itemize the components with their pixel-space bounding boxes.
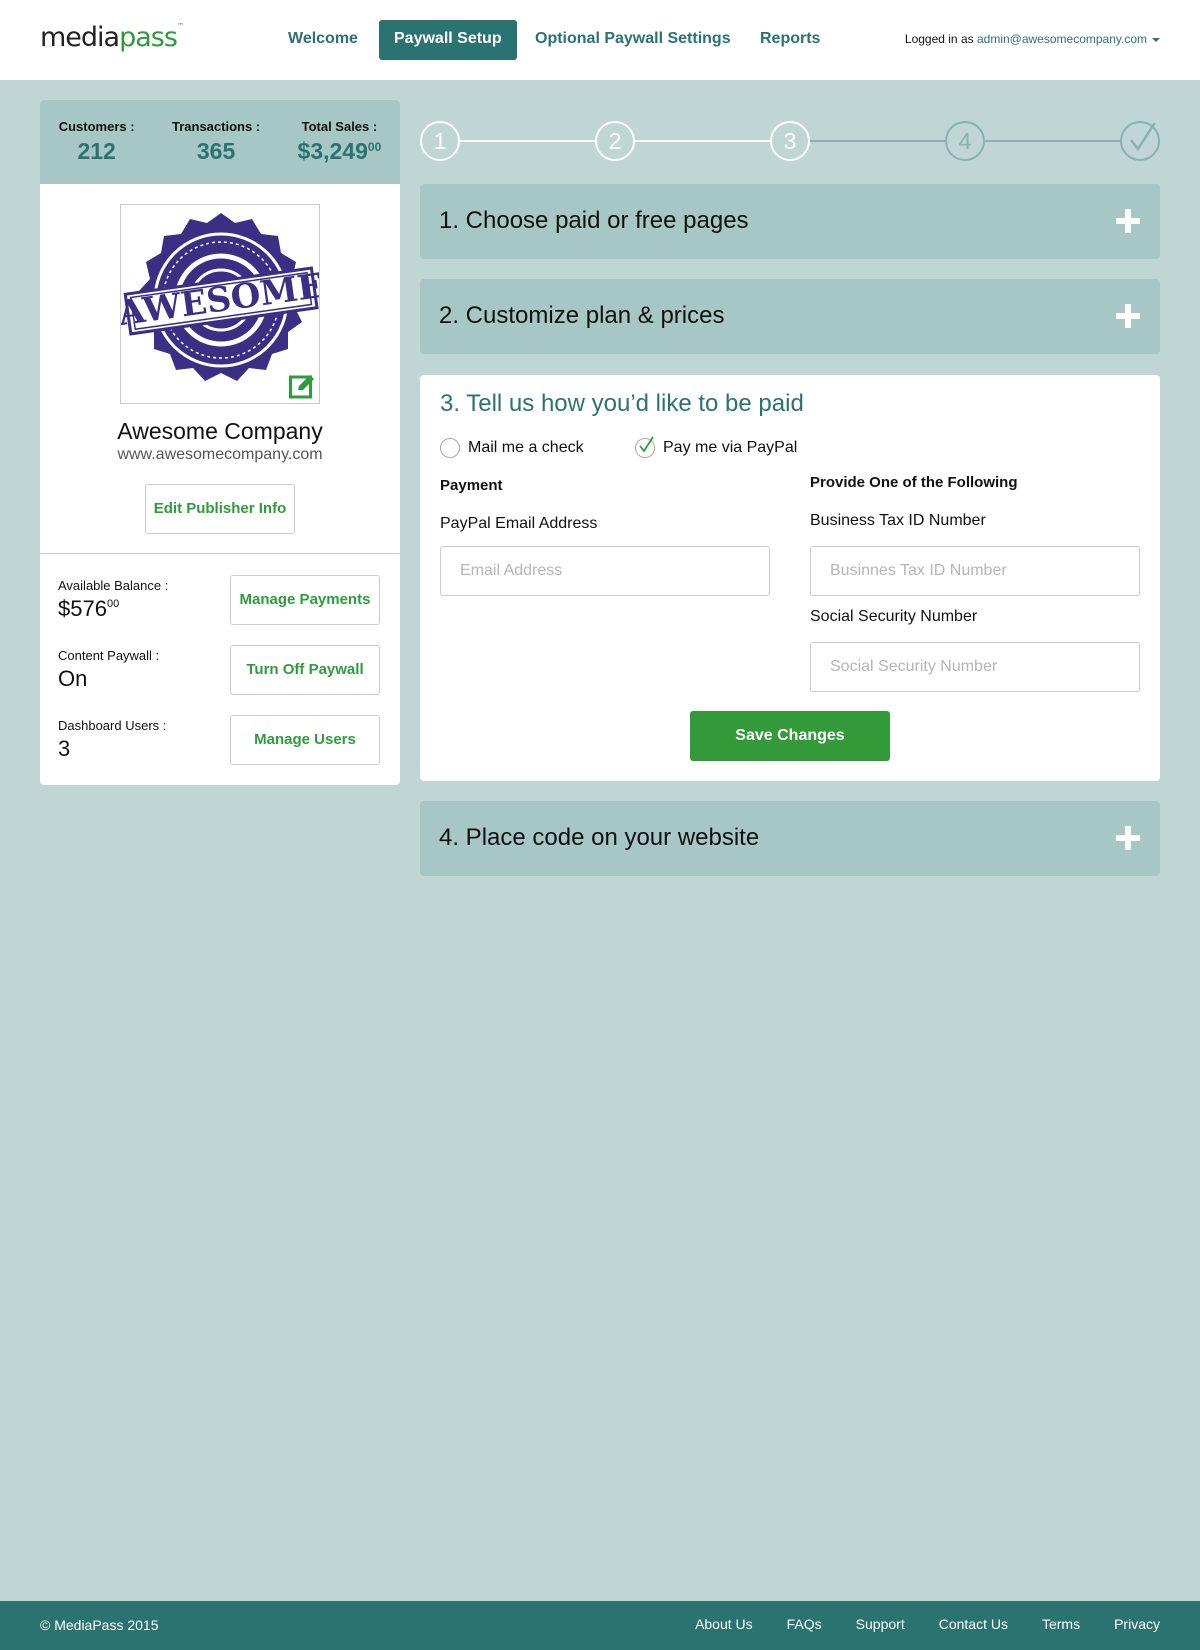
- footer-links: About Us FAQs Support Contact Us Terms P…: [695, 1616, 1160, 1632]
- step-circle-2[interactable]: 2: [595, 121, 635, 161]
- stat-customers: Customers : 212: [59, 119, 135, 184]
- dashboard-users-label: Dashboard Users :: [58, 718, 167, 733]
- payment-panel-title: 3. Tell us how you’d like to be paid: [440, 390, 804, 417]
- sales-dollars: $3,249: [297, 138, 368, 164]
- company-name: Awesome Company: [117, 418, 323, 444]
- ssn-input[interactable]: [810, 642, 1140, 692]
- paypal-email-input[interactable]: [440, 546, 770, 596]
- content-paywall-value: On: [58, 666, 88, 691]
- logo-text-media: media: [40, 22, 120, 53]
- user-email: admin@awesomecompany.com: [976, 32, 1147, 46]
- footer-link-privacy[interactable]: Privacy: [1114, 1616, 1160, 1632]
- stat-sales-label: Total Sales :: [301, 119, 378, 134]
- manage-payments-button[interactable]: Manage Payments: [230, 575, 380, 625]
- stat-transactions-value: 365: [196, 138, 236, 164]
- radio-mail-check[interactable]: Mail me a check: [440, 438, 584, 458]
- available-balance-label: Available Balance :: [58, 578, 169, 593]
- payment-heading: Payment: [440, 477, 503, 494]
- page-footer: © MediaPass 2015 About Us FAQs Support C…: [0, 1601, 1200, 1650]
- accordion-step-4[interactable]: 4. Place code on your website: [420, 801, 1160, 876]
- radio-paypal[interactable]: Pay me via PayPal: [635, 436, 798, 458]
- step-circle-3[interactable]: 3: [770, 121, 810, 161]
- nav-paywall-setup[interactable]: Paywall Setup: [379, 20, 517, 60]
- radio-paypal-label: Pay me via PayPal: [663, 439, 798, 457]
- footer-link-contact[interactable]: Contact Us: [939, 1616, 1008, 1632]
- top-header: mediapass™ Welcome Paywall Setup Optiona…: [0, 0, 1200, 80]
- save-changes-button[interactable]: Save Changes: [690, 711, 890, 761]
- publisher-sidebar: Customers : 212 Transactions : 365 Total…: [40, 100, 400, 785]
- step-complete-check-icon: [1120, 121, 1160, 161]
- ssn-label: Social Security Number: [810, 608, 978, 625]
- paypal-email-label: PayPal Email Address: [440, 515, 598, 532]
- stat-transactions: Transactions : 365: [172, 119, 260, 184]
- stat-customers-value: 212: [77, 138, 116, 164]
- edit-publisher-info-button[interactable]: Edit Publisher Info: [145, 484, 295, 534]
- available-balance-value: $57600: [58, 596, 119, 622]
- balance-dollars: $576: [58, 596, 107, 621]
- accordion-step-1-title: 1. Choose paid or free pages: [439, 207, 749, 234]
- logo-trademark: ™: [176, 22, 184, 30]
- stats-bar: Customers : 212 Transactions : 365 Total…: [40, 100, 400, 184]
- sales-cents: 00: [367, 140, 382, 154]
- company-url: www.awesomecompany.com: [117, 446, 323, 463]
- expand-plus-icon[interactable]: [1116, 304, 1140, 328]
- balance-cents: 00: [106, 598, 120, 610]
- svg-text:AWESOME: AWESOME: [121, 266, 320, 334]
- step-connector-4: [985, 140, 1120, 142]
- radio-checked-icon: [635, 436, 655, 458]
- company-logo: AWESOME: [120, 204, 320, 404]
- copyright-text: © MediaPass 2015: [40, 1617, 159, 1633]
- accordion-step-2[interactable]: 2. Customize plan & prices: [420, 279, 1160, 354]
- stat-customers-label: Customers :: [58, 119, 135, 134]
- nav-reports[interactable]: Reports: [745, 20, 835, 60]
- sidebar-divider: [40, 553, 400, 554]
- footer-link-faqs[interactable]: FAQs: [787, 1616, 822, 1632]
- radio-mail-check-label: Mail me a check: [468, 439, 584, 457]
- step-circle-4[interactable]: 4: [945, 121, 985, 161]
- step-connector-2: [635, 140, 770, 142]
- dashboard-users-value: 3: [58, 736, 71, 761]
- radio-unchecked-icon: [440, 438, 460, 458]
- stat-sales-value: $3,24900: [298, 138, 382, 165]
- content-paywall-label: Content Paywall :: [58, 648, 160, 663]
- step-circle-1[interactable]: 1: [420, 121, 460, 161]
- provide-one-heading: Provide One of the Following: [810, 474, 1018, 491]
- edit-logo-icon[interactable]: [289, 373, 315, 399]
- logged-in-label: Logged in as: [904, 32, 974, 46]
- mediapass-logo[interactable]: mediapass™: [40, 22, 184, 53]
- footer-link-terms[interactable]: Terms: [1042, 1616, 1080, 1632]
- user-menu[interactable]: Logged in as admin@awesomecompany.com: [905, 32, 1160, 46]
- manage-users-button[interactable]: Manage Users: [230, 715, 380, 765]
- logo-text-pass: pass: [119, 22, 178, 53]
- step-connector-3: [810, 140, 945, 142]
- expand-plus-icon[interactable]: [1116, 826, 1140, 850]
- accordion-step-2-title: 2. Customize plan & prices: [439, 302, 725, 329]
- accordion-step-1[interactable]: 1. Choose paid or free pages: [420, 184, 1160, 259]
- turn-off-paywall-button[interactable]: Turn Off Paywall: [230, 645, 380, 695]
- footer-link-support[interactable]: Support: [856, 1616, 905, 1632]
- stat-transactions-label: Transactions :: [171, 119, 261, 134]
- nav-welcome[interactable]: Welcome: [273, 20, 373, 60]
- expand-plus-icon[interactable]: [1116, 209, 1140, 233]
- nav-optional-paywall-settings[interactable]: Optional Paywall Settings: [520, 20, 746, 60]
- tax-id-label: Business Tax ID Number: [810, 512, 986, 529]
- step-connector-1: [460, 140, 595, 142]
- footer-link-about[interactable]: About Us: [695, 1616, 753, 1632]
- stat-total-sales: Total Sales : $3,24900: [298, 119, 382, 184]
- accordion-step-4-title: 4. Place code on your website: [439, 824, 760, 851]
- tax-id-input[interactable]: [810, 546, 1140, 596]
- payment-method-panel: 3. Tell us how you’d like to be paid Mai…: [420, 375, 1160, 781]
- caret-down-icon: [1152, 37, 1160, 42]
